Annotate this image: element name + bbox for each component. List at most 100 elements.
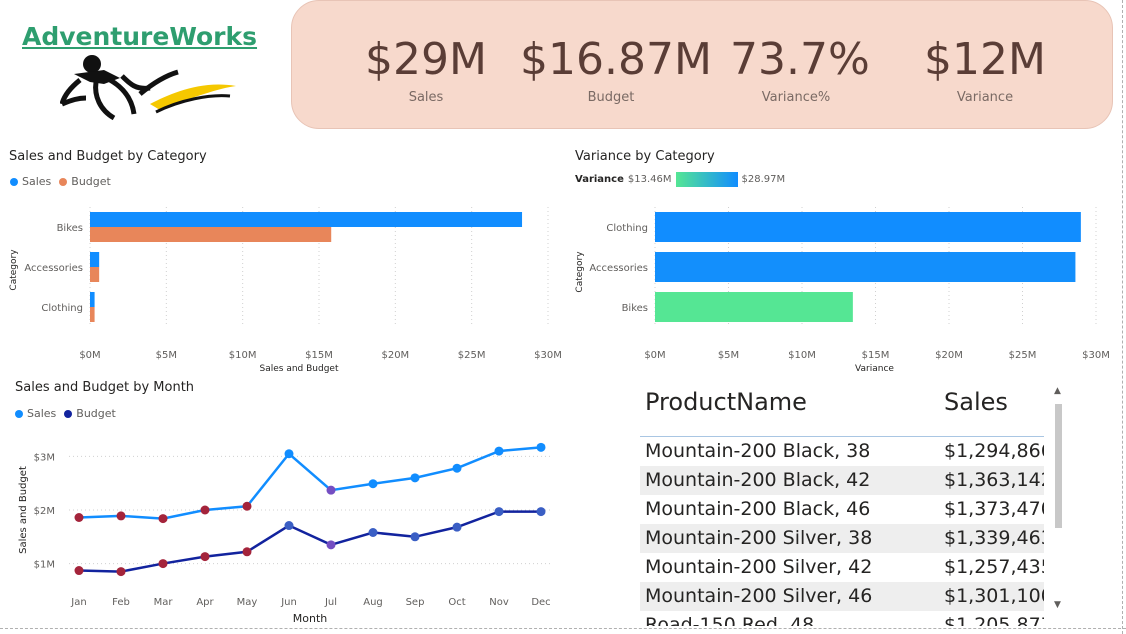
data-point-budget [284,521,294,531]
data-point-budget [368,528,378,537]
kpi-budget: $16.87M Budget [520,34,712,106]
x-tick-label: $15M [862,350,890,361]
x-tick-label: $30M [1082,350,1110,361]
bar-variance [655,292,853,322]
data-point-sales [284,449,294,459]
kpi-label: Budget [587,90,635,105]
legend-label[interactable]: Sales [22,175,51,188]
cell-sales: $1,257,435 [944,556,1044,578]
y-axis-title: Category [9,249,19,291]
bar-budget [90,267,100,282]
color-scale-gradient [675,172,738,187]
data-point-sales [536,442,546,452]
data-point-sales [494,446,504,456]
table-row[interactable]: Mountain-200 Silver, 42 $1,257,435 [640,553,1044,582]
table-row[interactable]: Road-150 Red, 48 $1,205,877 [640,611,1044,626]
x-tick-label: $20M [935,350,963,361]
cyclist-logo-icon [60,55,236,121]
sales-budget-by-category-chart[interactable]: $0M $5M $10M $15M $20M $25M $30M Sales and Budg… [0,195,580,375]
data-point-budget [74,566,84,576]
color-scale-max: $28.97M [741,174,786,185]
scroll-up-icon[interactable]: ▲ [1054,386,1061,396]
x-tick-label: $10M [788,350,816,361]
sales-budget-by-month-chart[interactable]: $1M $2M $3M Jan Feb Mar Apr May Jun Jul Aug Sep Oct N… [0,425,580,630]
x-axis-title: Variance [855,364,894,374]
bar-sales [90,212,523,227]
cell-product: Mountain-200 Silver, 46 [645,585,873,607]
data-point-sales [116,511,126,521]
kpi-variance: $12M Variance [922,34,1048,106]
y-tick-label: Clothing [606,223,648,234]
variance-by-category-chart[interactable]: $0M $5M $10M $15M $20M $25M $30M Variance Catego… [566,195,1120,375]
kpi-value: $29M [365,34,487,85]
table-row[interactable]: Mountain-200 Black, 46 $1,373,470 [640,495,1044,524]
x-tick-label: Aug [363,597,383,608]
x-tick-label: Nov [489,597,509,608]
data-point-budget [158,559,168,569]
x-tick-label: Jul [324,597,337,608]
x-axis-title: Month [293,612,328,625]
kpi-value: 73.7% [730,34,870,85]
data-point-budget [326,540,336,550]
table-row[interactable]: Mountain-200 Black, 38 $1,294,866 [640,437,1044,466]
x-tick-label: Jan [70,597,86,608]
y-tick-label: Accessories [589,263,648,274]
x-tick-label: Feb [112,597,130,608]
legend-label[interactable]: Budget [71,175,111,188]
brand-logo-text: AdventureWorks [22,22,258,51]
x-tick-label: $20M [381,350,409,361]
y-tick-label: Bikes [622,303,648,314]
y-axis-title: Sales and Budget [18,466,29,554]
y-tick-label: Clothing [41,303,83,314]
table-row[interactable]: Mountain-200 Silver, 38 $1,339,463 [640,524,1044,553]
table-row[interactable]: Mountain-200 Black, 42 $1,363,142 [640,466,1044,495]
y-tick-label: Accessories [24,263,83,274]
legend-marker [59,177,68,186]
kpi-label: Variance [956,90,1014,105]
table-row[interactable]: Mountain-200 Silver, 46 $1,301,100 [640,582,1044,611]
table-header: ProductName Sales [640,380,1044,437]
data-point-sales [410,473,420,483]
x-tick-label: Sep [406,597,425,608]
y-tick-label: $3M [34,452,55,463]
data-point-budget [494,507,504,517]
cell-sales: $1,363,142 [944,469,1044,491]
data-point-sales [74,513,84,522]
x-tick-label: $0M [644,350,665,361]
page-border [0,628,1126,629]
legend-marker [64,409,73,418]
bar-variance [655,252,1076,282]
column-header-product[interactable]: ProductName [645,388,807,416]
kpi-sales: $29M Sales [364,34,488,106]
chart-legend: Sales Budget [15,407,116,420]
kpi-value: $16.87M [520,34,712,85]
cell-product: Mountain-200 Black, 38 [645,440,871,462]
cell-product: Mountain-200 Black, 42 [645,469,871,491]
cell-sales: $1,373,470 [944,498,1044,520]
scroll-down-icon[interactable]: ▼ [1054,600,1061,610]
legend-label[interactable]: Sales [27,407,56,420]
legend-marker [15,409,23,418]
bar-sales [90,252,100,267]
data-point-sales [452,463,462,473]
data-point-sales [242,501,252,511]
cell-product: Mountain-200 Silver, 42 [645,556,873,578]
product-sales-table[interactable]: ProductName Sales Mountain-200 Black, 38… [640,380,1044,626]
y-tick-label: Bikes [57,223,83,234]
bar-budget [90,307,95,322]
kpi-value: $12M [924,34,1046,85]
x-tick-label: Mar [154,597,174,608]
x-tick-label: $5M [156,350,177,361]
column-header-sales[interactable]: Sales [944,388,1008,416]
series-line-sales [78,446,542,520]
table-scrollbar-thumb[interactable] [1055,404,1062,528]
x-tick-label: $25M [1009,350,1037,361]
legend-label[interactable]: Budget [76,407,116,420]
chart-title: Sales and Budget by Category [9,149,207,164]
x-tick-label: $25M [458,350,486,361]
data-point-budget [116,567,126,577]
x-axis-title: Sales and Budget [260,364,339,374]
x-tick-label: Jun [280,597,297,608]
chart-title: Sales and Budget by Month [15,380,195,395]
x-tick-label: Apr [196,597,214,608]
